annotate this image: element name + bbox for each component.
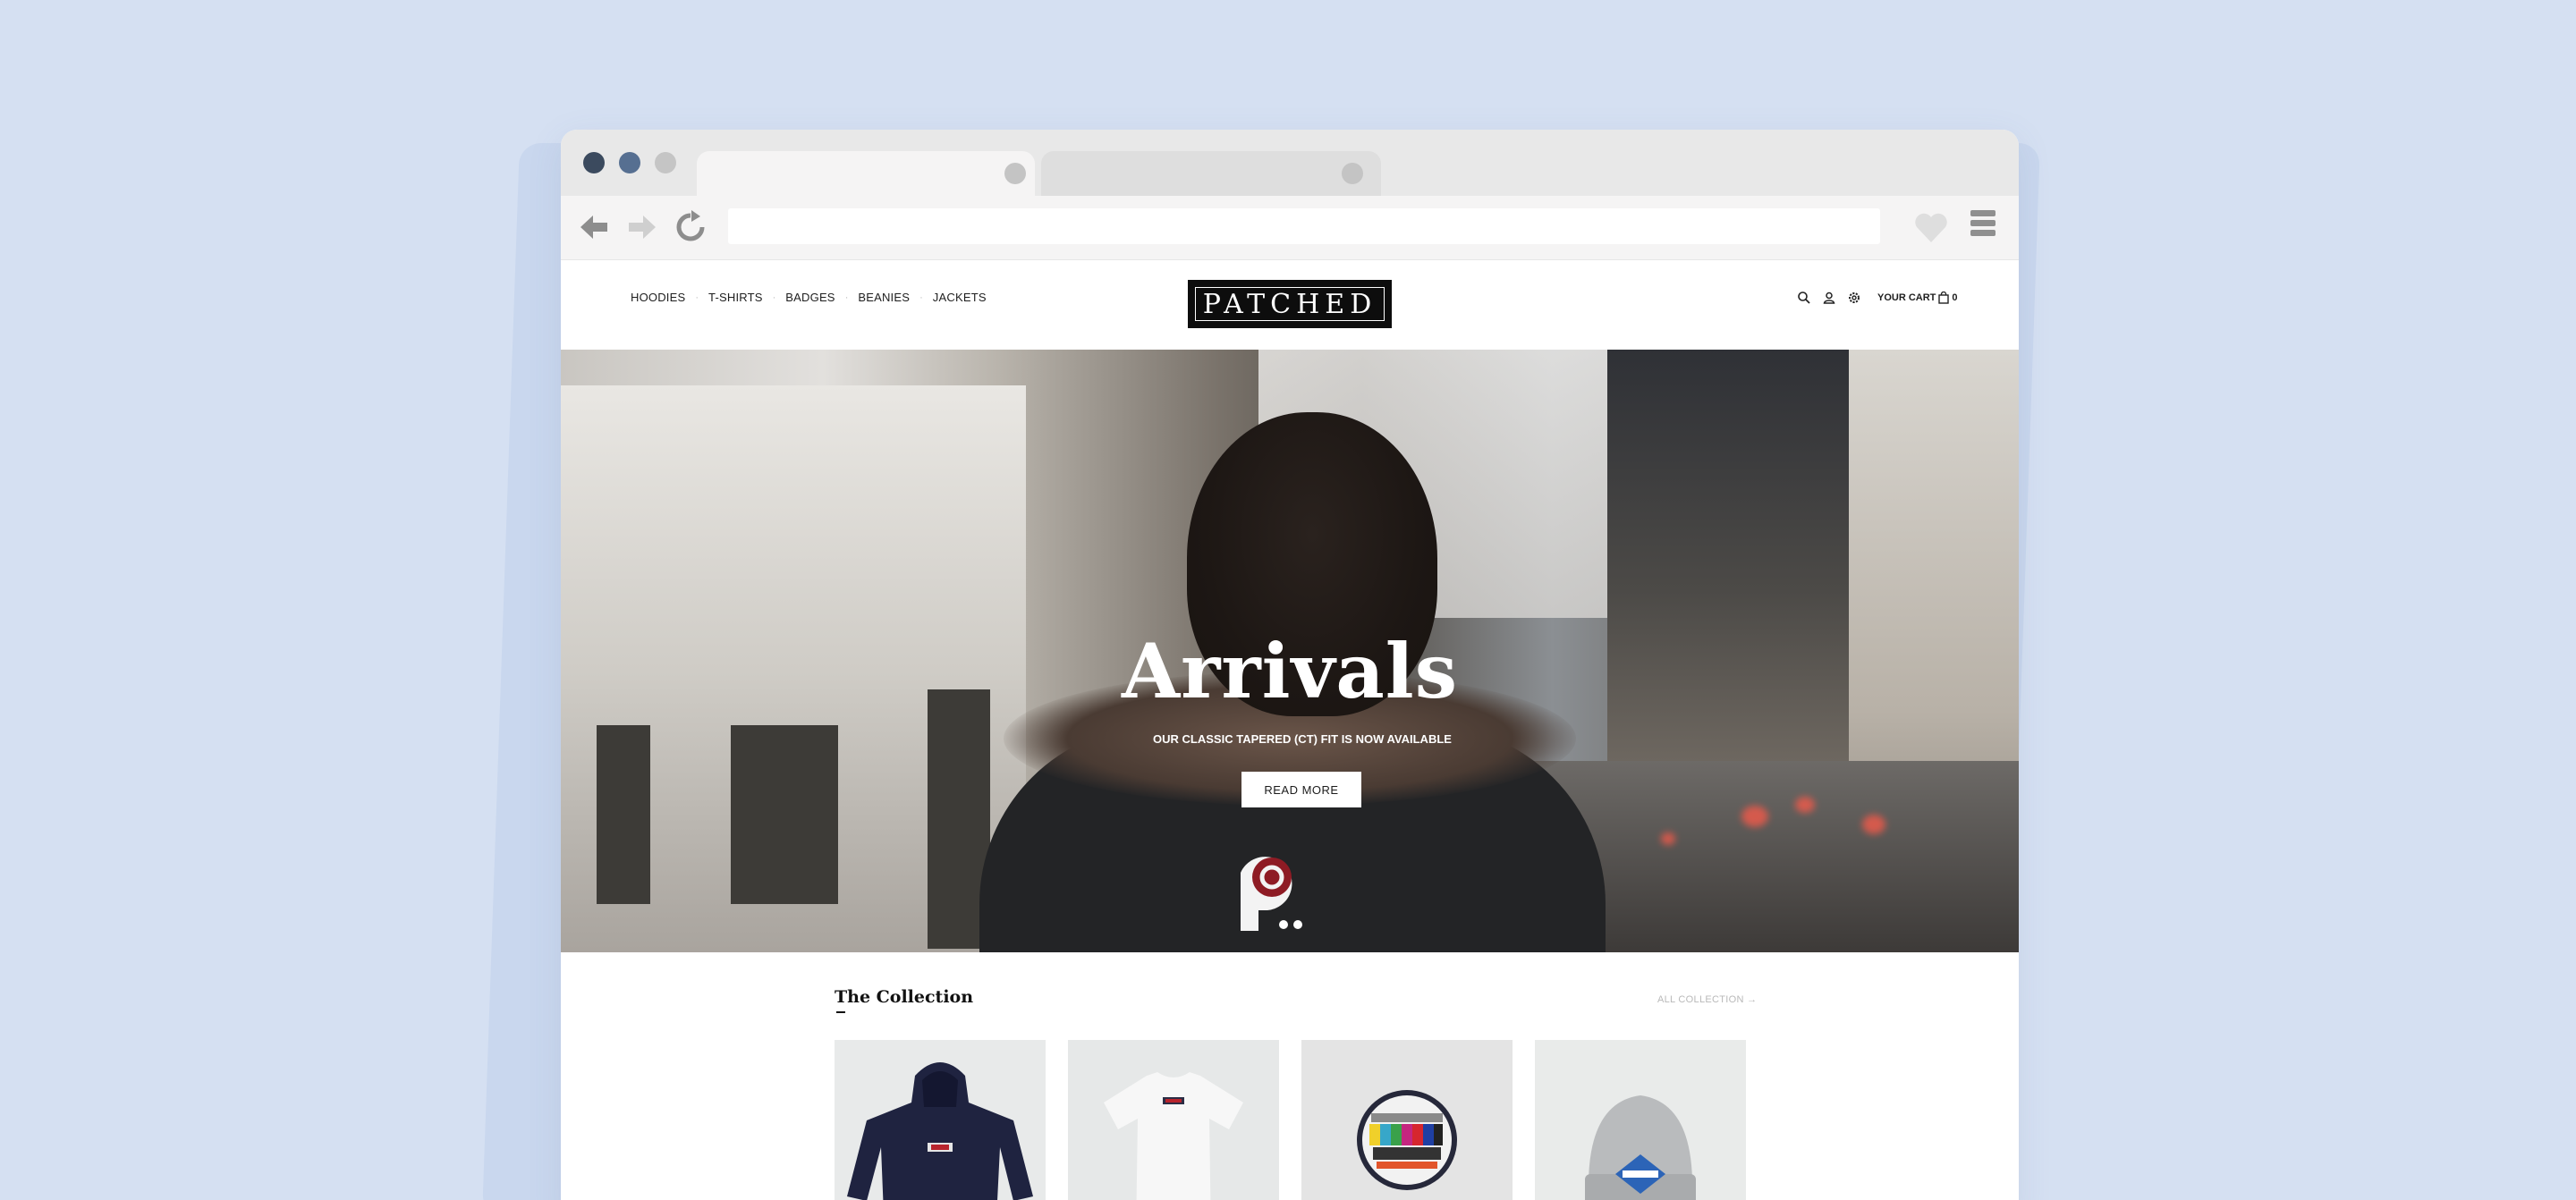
nav-item-jackets[interactable]: JACKETS (933, 291, 987, 304)
jacket-patch-logo (1241, 857, 1292, 931)
tshirt-image (1068, 1040, 1279, 1200)
all-collection-link[interactable]: ALL COLLECTION → (1657, 994, 1757, 1005)
product-card-badge[interactable] (1301, 1040, 1513, 1200)
collection-underline (836, 1011, 845, 1013)
search-icon[interactable] (1797, 291, 1811, 305)
slider-dots (1279, 920, 1308, 929)
nav-item-hoodies[interactable]: HOODIES (631, 291, 685, 304)
header-actions: YOUR CART 0 (1797, 291, 1958, 305)
cart-label[interactable]: YOUR CART (1877, 292, 1936, 303)
nav-item-badges[interactable]: BADGES (785, 291, 835, 304)
hero-banner: Arrivals OUR CLASSIC TAPERED (CT) FIT IS… (561, 350, 2019, 952)
browser-window: HOODIES · T-SHIRTS · BADGES · BEANIES · … (561, 130, 2019, 1200)
user-icon[interactable] (1822, 291, 1836, 305)
window-maximize-button[interactable] (655, 152, 676, 173)
heart-icon[interactable] (1913, 210, 1949, 244)
address-bar[interactable] (728, 208, 1880, 244)
nav-separator: · (919, 292, 923, 303)
hamburger-menu-icon[interactable] (1970, 210, 1996, 242)
logo-text: PATCHED (1202, 288, 1377, 320)
product-card-beanie[interactable] (1535, 1040, 1746, 1200)
tab-close-icon[interactable] (1342, 163, 1363, 184)
slide-dot-1[interactable] (1279, 920, 1288, 929)
hero-subtitle: OUR CLASSIC TAPERED (CT) FIT IS NOW AVAI… (1153, 732, 1452, 746)
window-close-button[interactable] (583, 152, 605, 173)
product-card-hoodie[interactable] (835, 1040, 1046, 1200)
settings-icon[interactable] (1847, 291, 1861, 305)
collection-heading: The Collection (835, 987, 974, 1007)
product-card-tshirt[interactable] (1068, 1040, 1279, 1200)
forward-arrow-icon[interactable] (623, 208, 661, 246)
slide-dot-2[interactable] (1293, 920, 1302, 929)
window-minimize-button[interactable] (619, 152, 640, 173)
category-nav: HOODIES · T-SHIRTS · BADGES · BEANIES · … (631, 291, 987, 304)
cart-count: 0 (1952, 292, 1958, 303)
shopping-bag-icon[interactable] (1938, 291, 1950, 304)
browser-tab-inactive[interactable] (1041, 151, 1381, 196)
nav-item-tshirts[interactable]: T-SHIRTS (708, 291, 763, 304)
read-more-button[interactable]: READ MORE (1241, 772, 1361, 807)
nav-item-beanies[interactable]: BEANIES (858, 291, 910, 304)
nav-separator: · (695, 292, 699, 303)
badge-image (1301, 1040, 1513, 1200)
site-header: HOODIES · T-SHIRTS · BADGES · BEANIES · … (561, 260, 2019, 350)
nav-separator: · (772, 292, 776, 303)
tab-close-icon[interactable] (1004, 163, 1026, 184)
beanie-image (1535, 1040, 1746, 1200)
reload-icon[interactable] (672, 208, 709, 246)
nav-separator: · (844, 292, 849, 303)
browser-titlebar (561, 130, 2019, 196)
browser-toolbar (561, 196, 2019, 260)
hero-title: Arrivals (1121, 627, 1459, 715)
site-logo[interactable]: PATCHED (1188, 280, 1392, 328)
browser-tab-active[interactable] (697, 151, 1035, 196)
back-arrow-icon[interactable] (575, 208, 613, 246)
hoodie-image (835, 1040, 1046, 1200)
